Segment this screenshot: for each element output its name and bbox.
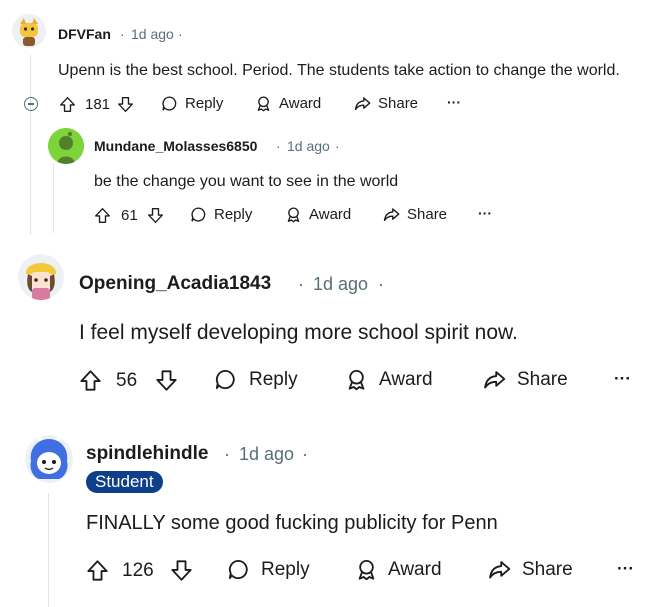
reply-bubble-icon <box>214 368 237 391</box>
timestamp[interactable]: 1d ago <box>239 444 294 465</box>
share-button[interactable]: Share <box>382 206 447 223</box>
username[interactable]: spindlehindle <box>86 443 208 465</box>
downvote-button[interactable] <box>155 369 178 392</box>
separator: · <box>302 444 308 464</box>
reply-label: Reply <box>249 368 298 390</box>
separator: · <box>298 274 304 294</box>
timestamp[interactable]: 1d ago <box>131 26 174 42</box>
avatar[interactable] <box>25 435 73 483</box>
username[interactable]: Opening_Acadia1843 <box>79 273 271 295</box>
thread-line <box>48 493 49 607</box>
separator: · <box>120 26 125 42</box>
reply-label: Reply <box>261 558 310 580</box>
separator: · <box>224 444 230 464</box>
downvote-icon <box>117 96 134 113</box>
reply-bubble-icon <box>161 95 178 112</box>
share-arrow-icon <box>382 206 401 223</box>
separator: · <box>178 26 183 42</box>
award-label: Award <box>379 368 433 390</box>
share-button[interactable]: Share <box>353 95 418 112</box>
more-options-button[interactable]: ··· <box>617 559 634 579</box>
award-button[interactable]: Award <box>255 95 321 112</box>
reply-label: Reply <box>185 95 224 112</box>
collapse-icon[interactable] <box>24 97 38 111</box>
comment-opening-acadia: Opening_Acadia1843 · 1d ago · I feel mys… <box>0 240 660 420</box>
downvote-icon <box>170 559 193 582</box>
share-label: Share <box>517 368 568 390</box>
share-arrow-icon <box>487 558 512 581</box>
comment-body: FINALLY some good fucking publicity for … <box>86 512 498 534</box>
comment-body: Upenn is the best school. Period. The st… <box>58 62 620 79</box>
award-label: Award <box>279 95 322 112</box>
share-button[interactable]: Share <box>482 368 568 391</box>
vote-count: 126 <box>122 560 154 581</box>
upvote-button[interactable] <box>94 207 111 224</box>
timestamp[interactable]: 1d ago <box>313 274 368 295</box>
more-options-button[interactable]: ··· <box>614 369 631 389</box>
avatar[interactable] <box>18 254 64 300</box>
more-options-button[interactable]: ··· <box>478 205 492 221</box>
award-label: Award <box>388 558 442 580</box>
award-button[interactable]: Award <box>345 368 433 391</box>
share-label: Share <box>407 206 448 223</box>
award-icon <box>255 95 272 112</box>
comment-mundane-molasses: Mundane_Molasses6850 · 1d ago · be the c… <box>0 120 660 240</box>
username[interactable]: Mundane_Molasses6850 <box>94 138 257 154</box>
vote-count: 181 <box>85 96 111 113</box>
comment-spindlehindle: spindlehindle · 1d ago · Student FINALLY… <box>0 425 660 607</box>
more-options-button[interactable]: ··· <box>447 94 461 110</box>
comment-body: I feel myself developing more school spi… <box>79 321 518 344</box>
comment-body: be the change you want to see in the wor… <box>94 173 399 190</box>
avatar[interactable] <box>12 14 46 48</box>
reply-button[interactable]: Reply <box>190 206 252 223</box>
downvote-icon <box>147 207 164 224</box>
share-arrow-icon <box>482 368 507 391</box>
separator: · <box>378 274 384 294</box>
award-icon <box>345 368 368 391</box>
upvote-icon <box>86 559 109 582</box>
share-label: Share <box>378 95 419 112</box>
upvote-icon <box>59 96 76 113</box>
downvote-button[interactable] <box>170 559 193 582</box>
upvote-button[interactable] <box>59 96 76 113</box>
award-label: Award <box>309 206 352 223</box>
award-icon <box>285 206 302 223</box>
share-label: Share <box>522 558 573 580</box>
downvote-button[interactable] <box>117 96 134 113</box>
separator: · <box>335 138 340 154</box>
reply-button[interactable]: Reply <box>214 368 298 391</box>
upvote-button[interactable] <box>79 369 102 392</box>
reply-bubble-icon <box>190 206 207 223</box>
downvote-button[interactable] <box>147 207 164 224</box>
award-icon <box>355 558 378 581</box>
award-button[interactable]: Award <box>285 206 351 223</box>
upvote-button[interactable] <box>86 559 109 582</box>
share-button[interactable]: Share <box>487 558 573 581</box>
award-button[interactable]: Award <box>355 558 442 581</box>
timestamp[interactable]: 1d ago <box>287 138 330 154</box>
upvote-icon <box>79 369 102 392</box>
reply-button[interactable]: Reply <box>161 95 223 112</box>
reply-bubble-icon <box>227 558 250 581</box>
user-flair-badge: Student <box>86 471 163 493</box>
upvote-icon <box>94 207 111 224</box>
separator: · <box>276 138 281 154</box>
downvote-icon <box>155 369 178 392</box>
avatar[interactable] <box>48 128 84 164</box>
reply-button[interactable]: Reply <box>227 558 310 581</box>
reply-label: Reply <box>214 206 253 223</box>
vote-count: 56 <box>116 370 138 391</box>
share-arrow-icon <box>353 95 372 112</box>
vote-count: 61 <box>121 207 138 224</box>
username[interactable]: DFVFan <box>58 26 111 42</box>
